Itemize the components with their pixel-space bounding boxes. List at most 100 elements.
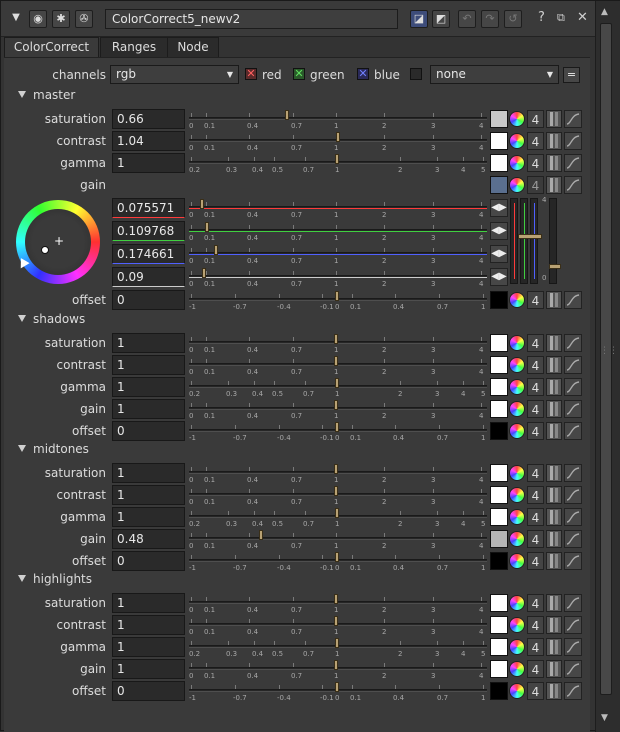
channel-split-icon[interactable] (546, 552, 562, 570)
value-field-contrast[interactable]: 1 (112, 355, 185, 375)
color-wheel-icon[interactable] (509, 683, 525, 699)
slider-handle[interactable] (335, 552, 339, 562)
value-field-gain-channel[interactable]: 0.09 (112, 267, 185, 287)
slider-handle[interactable] (335, 378, 339, 388)
color-wheel-icon[interactable] (509, 553, 525, 569)
slider-handle[interactable] (335, 422, 339, 432)
color-swatch[interactable] (490, 530, 508, 548)
value-field-gamma[interactable]: 1 (112, 507, 185, 527)
node-icon[interactable]: ✱ (52, 10, 70, 28)
curve-icon[interactable] (564, 486, 582, 504)
collapse-triangle-icon[interactable]: ▼ (7, 10, 25, 28)
viewer-icon[interactable]: ◉ (29, 10, 47, 28)
slider-handle[interactable] (335, 154, 339, 164)
collapse-triangle-icon[interactable] (18, 445, 26, 452)
color-wheel-icon[interactable] (509, 465, 525, 481)
color-wheel-icon[interactable] (509, 423, 525, 439)
color-wheel-icon[interactable] (509, 595, 525, 611)
slider-handle[interactable] (334, 334, 338, 344)
value-field-gain[interactable]: 1 (112, 659, 185, 679)
tab-node[interactable]: Node (167, 37, 219, 57)
channel-split-icon[interactable] (546, 594, 562, 612)
value-field-contrast[interactable]: 1 (112, 485, 185, 505)
color-swatch[interactable] (490, 616, 508, 634)
color-swatch[interactable] (490, 334, 508, 352)
equals-button[interactable]: = (563, 67, 580, 83)
side-scrollbar[interactable]: ▲ ⋮⋮ ▼ (595, 1, 620, 732)
color-wheel-icon[interactable] (509, 155, 525, 171)
expand-arrows-icon[interactable]: ◀▶ (490, 222, 508, 240)
channel-split-icon[interactable] (546, 530, 562, 548)
value-field-gain[interactable]: 0.48 (112, 529, 185, 549)
slider-offset[interactable]: -1 -0.7 -0.4 -0.1 0 0.1 0.4 0.7 1 (189, 681, 487, 703)
channel-count-button[interactable]: 4 (527, 154, 544, 172)
value-field-gamma[interactable]: 1 (112, 153, 185, 173)
slider-gain[interactable]: 0 0.1 0.4 0.7 1 2 3 4 (189, 529, 487, 551)
hue-pointer-icon[interactable] (16, 258, 30, 271)
channels-dropdown[interactable]: rgb ▼ (110, 65, 239, 84)
curve-icon[interactable] (564, 638, 582, 656)
value-field-gain[interactable]: 1 (112, 399, 185, 419)
tool-icon[interactable]: ✇ (75, 10, 93, 28)
vslider-red[interactable] (510, 198, 518, 284)
wheel-handle[interactable] (41, 246, 49, 254)
collapse-triangle-icon[interactable] (18, 315, 26, 322)
channel-count-button[interactable]: 4 (527, 464, 544, 482)
color-wheel-icon[interactable] (509, 509, 525, 525)
curve-icon[interactable] (564, 176, 582, 194)
revert-icon[interactable]: ↺ (504, 10, 522, 28)
color-swatch[interactable] (490, 378, 508, 396)
color-swatch[interactable] (490, 464, 508, 482)
slider-gain[interactable]: 0 0.1 0.4 0.7 1 2 3 4 (189, 399, 487, 421)
color-swatch[interactable] (490, 594, 508, 612)
slider-gain-channel[interactable]: 0 0.1 0.4 0.7 1 2 3 4 (189, 198, 487, 220)
channel-split-icon[interactable] (546, 486, 562, 504)
channel-count-button[interactable]: 4 (527, 616, 544, 634)
slider-handle[interactable] (335, 638, 339, 648)
color-wheel-icon[interactable] (509, 357, 525, 373)
color-swatch[interactable] (490, 422, 508, 440)
color-wheel-icon[interactable] (509, 617, 525, 633)
value-field-gamma[interactable]: 1 (112, 377, 185, 397)
slider-gamma[interactable]: 0.2 0.3 0.4 0.5 0.7 1 2 3 4 5 (189, 507, 487, 529)
color-swatch[interactable] (490, 552, 508, 570)
curve-icon[interactable] (564, 334, 582, 352)
mask-checkbox[interactable] (410, 68, 422, 80)
channel-split-icon[interactable] (546, 291, 562, 309)
channel-count-button[interactable]: 4 (527, 552, 544, 570)
slider-saturation[interactable]: 0 0.1 0.4 0.7 1 2 3 4 (189, 593, 487, 615)
slider-handle[interactable] (334, 486, 338, 496)
vslider-handle[interactable] (518, 234, 542, 239)
color-swatch[interactable] (490, 682, 508, 700)
expand-arrows-icon[interactable]: ◀▶ (490, 268, 508, 286)
redo-icon[interactable]: ↷ (481, 10, 499, 28)
slider-contrast[interactable]: 0 0.1 0.4 0.7 1 2 3 4 (189, 485, 487, 507)
channel-count-button[interactable]: 4 (527, 486, 544, 504)
vslider-blue[interactable] (530, 198, 538, 284)
curve-icon[interactable] (564, 422, 582, 440)
color-wheel-icon[interactable] (509, 531, 525, 547)
channel-count-button[interactable]: 4 (527, 110, 544, 128)
color-swatch[interactable] (490, 356, 508, 374)
vslider-master[interactable] (549, 198, 557, 284)
slider-gain-channel[interactable]: 0 0.1 0.4 0.7 1 2 3 4 (189, 244, 487, 266)
channel-count-button[interactable]: 4 (527, 422, 544, 440)
value-field-offset[interactable]: 0 (112, 551, 185, 571)
color-swatch[interactable] (490, 154, 508, 172)
color-wheel-icon[interactable] (509, 639, 525, 655)
channel-split-icon[interactable] (546, 660, 562, 678)
slider-handle[interactable] (200, 199, 204, 209)
color-wheel[interactable]: + (16, 200, 100, 284)
channel-count-button[interactable]: 4 (527, 682, 544, 700)
slider-handle[interactable] (334, 356, 338, 366)
channel-count-button[interactable]: 4 (527, 378, 544, 396)
channel-split-icon[interactable] (546, 464, 562, 482)
channel-split-icon[interactable] (546, 616, 562, 634)
slider-offset[interactable]: -1 -0.7 -0.4 -0.1 0 0.1 0.4 0.7 1 (189, 421, 487, 443)
curve-icon[interactable] (564, 660, 582, 678)
expand-arrows-icon[interactable]: ◀▶ (490, 199, 508, 217)
undo-icon[interactable]: ↶ (458, 10, 476, 28)
curve-icon[interactable] (564, 552, 582, 570)
curve-icon[interactable] (564, 616, 582, 634)
curve-icon[interactable] (564, 400, 582, 418)
